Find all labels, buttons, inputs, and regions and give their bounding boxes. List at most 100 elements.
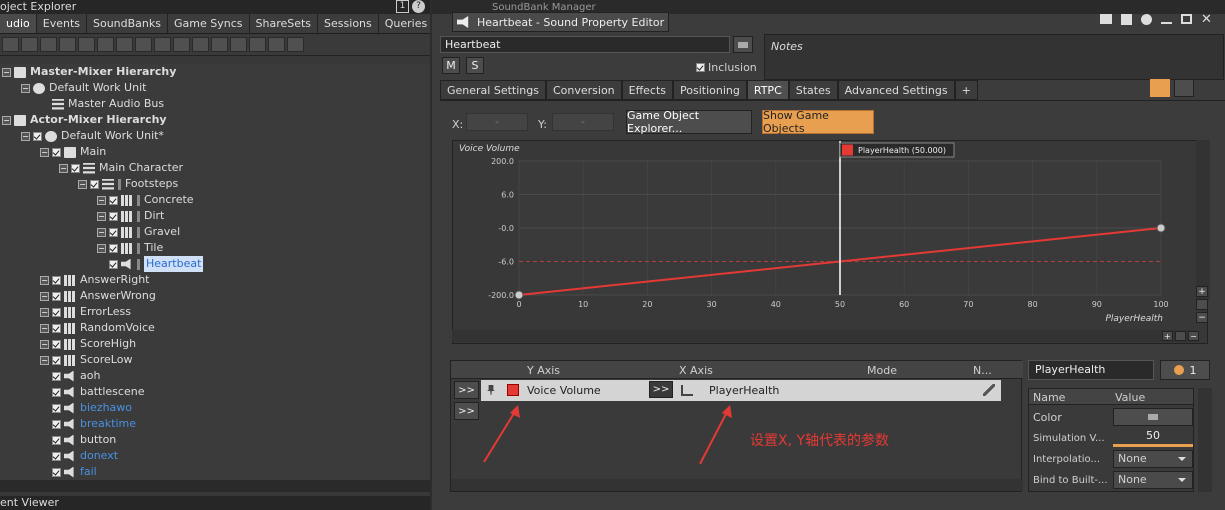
graph-vscrollbar[interactable]: [1196, 140, 1210, 300]
interpolation-select[interactable]: None: [1113, 450, 1193, 468]
include-checkbox[interactable]: [52, 467, 61, 477]
folder-icon[interactable]: [1100, 14, 1112, 24]
layout-split-icon[interactable]: [1174, 79, 1194, 97]
col-notes[interactable]: N...: [973, 364, 992, 377]
expand-toggle-icon[interactable]: −: [97, 243, 106, 253]
tree-item[interactable]: breaktime: [40, 416, 136, 432]
include-checkbox[interactable]: [52, 307, 61, 317]
toolbar-icon[interactable]: [287, 37, 304, 52]
tree-item[interactable]: − Main: [40, 144, 106, 160]
toolbar-icon[interactable]: [40, 37, 57, 52]
property-tab[interactable]: +: [954, 80, 978, 100]
include-checkbox[interactable]: [52, 419, 61, 429]
expand-toggle-icon[interactable]: −: [97, 211, 106, 221]
property-tab[interactable]: Positioning: [673, 80, 747, 100]
property-tab[interactable]: Conversion: [545, 80, 622, 100]
property-tab[interactable]: General Settings: [440, 80, 546, 100]
include-checkbox[interactable]: [109, 227, 118, 237]
toolbar-icon[interactable]: [230, 37, 247, 52]
property-tab[interactable]: States: [788, 80, 838, 100]
toolbar-icon[interactable]: [78, 37, 95, 52]
property-tab[interactable]: Effects: [621, 80, 674, 100]
minimize-icon[interactable]: [1161, 22, 1172, 24]
include-checkbox[interactable]: [52, 387, 61, 397]
expand-toggle-icon[interactable]: −: [97, 195, 106, 205]
inclusion-checkbox[interactable]: [696, 63, 705, 72]
tree-item[interactable]: − Main Character: [59, 160, 183, 176]
include-checkbox[interactable]: [90, 179, 99, 189]
toolbar-icon[interactable]: [192, 37, 209, 52]
bind-builtin-select[interactable]: None: [1113, 471, 1193, 489]
close-icon[interactable]: ✕: [1201, 13, 1212, 28]
tree-item[interactable]: − ScoreHigh: [40, 336, 136, 352]
layout-single-icon[interactable]: [1150, 79, 1170, 97]
expand-toggle-icon[interactable]: −: [97, 227, 106, 237]
include-checkbox[interactable]: [109, 259, 118, 269]
prop-color-button[interactable]: [1113, 408, 1193, 426]
y-value-field[interactable]: -: [552, 113, 614, 131]
tree-item[interactable]: − Default Work Unit*: [21, 128, 164, 144]
include-checkbox[interactable]: [33, 131, 42, 141]
explorer-tab[interactable]: Game Syncs: [168, 14, 250, 33]
object-name-field[interactable]: Heartbeat: [440, 36, 730, 53]
include-checkbox[interactable]: [52, 339, 61, 349]
include-checkbox[interactable]: [52, 275, 61, 285]
toolbar-icon[interactable]: [211, 37, 228, 52]
explorer-tab[interactable]: SoundBanks: [87, 14, 168, 33]
tree-hscrollbar[interactable]: [0, 480, 430, 492]
expand-toggle-icon[interactable]: −: [2, 67, 11, 77]
curve-point[interactable]: [1156, 223, 1166, 233]
properties-scrollbar[interactable]: [1198, 388, 1212, 492]
expand-toggle-icon[interactable]: −: [40, 339, 49, 349]
tree-item[interactable]: Heartbeat: [97, 256, 204, 272]
rtpc-references-button[interactable]: 1: [1160, 360, 1210, 380]
tree-item[interactable]: Master Audio Bus: [40, 96, 164, 112]
expand-toggle-icon[interactable]: −: [40, 307, 49, 317]
explorer-tab[interactable]: Events: [37, 14, 87, 33]
include-checkbox[interactable]: [52, 371, 61, 381]
panel-counter[interactable]: 1: [396, 0, 409, 13]
include-checkbox[interactable]: [109, 195, 118, 205]
table-row[interactable]: Voice Volume >> PlayerHealth: [481, 380, 1001, 401]
property-tab[interactable]: RTPC: [746, 80, 789, 100]
edit-icon[interactable]: [983, 384, 995, 396]
explorer-tab[interactable]: Queries: [379, 14, 435, 33]
col-x-axis[interactable]: X Axis: [679, 364, 713, 377]
expand-toggle-icon[interactable]: −: [78, 179, 87, 189]
explorer-tab[interactable]: udio: [0, 14, 37, 33]
tree-item[interactable]: button: [40, 432, 116, 448]
tree-item[interactable]: − ErrorLess: [40, 304, 131, 320]
save-icon[interactable]: [1121, 14, 1132, 25]
include-checkbox[interactable]: [52, 435, 61, 445]
include-checkbox[interactable]: [109, 243, 118, 253]
rtpc-graph[interactable]: 200.0 6.0 -0.0 -6.0 -200.00 10 20 30 40 50 60 70 80 9…: [453, 141, 1209, 345]
editor-tab[interactable]: Heartbeat - Sound Property Editor: [452, 12, 670, 32]
tree-item[interactable]: − AnswerRight: [40, 272, 149, 288]
expand-toggle-icon[interactable]: −: [40, 275, 49, 285]
col-mode[interactable]: Mode: [867, 364, 897, 377]
tree-item[interactable]: − Actor-Mixer Hierarchy: [2, 112, 167, 128]
include-checkbox[interactable]: [71, 163, 80, 173]
help-icon[interactable]: [1141, 14, 1152, 25]
tree-item[interactable]: − Gravel: [97, 224, 180, 240]
pin-icon[interactable]: [487, 385, 495, 395]
x-axis-value[interactable]: PlayerHealth: [709, 384, 779, 397]
explorer-tab[interactable]: ShareSets: [250, 14, 319, 33]
tree-item[interactable]: battlescene: [40, 384, 144, 400]
x-axis-expand-button[interactable]: >>: [649, 381, 673, 398]
rtpc-name-field[interactable]: PlayerHealth: [1028, 360, 1154, 380]
toolbar-icon[interactable]: [97, 37, 114, 52]
include-checkbox[interactable]: [52, 355, 61, 365]
tree-item[interactable]: − Dirt: [97, 208, 164, 224]
solo-button[interactable]: S: [466, 57, 484, 74]
toolbar-icon[interactable]: [59, 37, 76, 52]
mute-button[interactable]: M: [442, 57, 460, 74]
toolbar-icon[interactable]: [249, 37, 266, 52]
property-tab[interactable]: Advanced Settings: [837, 80, 955, 100]
tree-item[interactable]: aoh: [40, 368, 100, 384]
col-y-axis[interactable]: Y Axis: [527, 364, 560, 377]
zoom-fit-icon[interactable]: [1196, 299, 1208, 310]
tree-item[interactable]: − ScoreLow: [40, 352, 132, 368]
inclusion-toggle[interactable]: Inclusion: [696, 61, 757, 74]
include-checkbox[interactable]: [52, 147, 61, 157]
